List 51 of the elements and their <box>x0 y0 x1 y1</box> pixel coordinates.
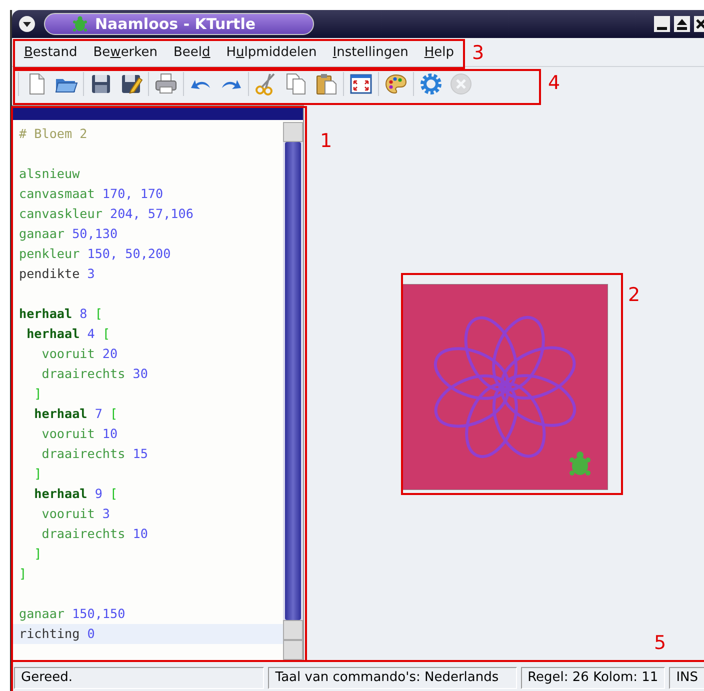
menu-item[interactable]: Beeld <box>165 44 218 60</box>
code-line: alsnieuw <box>18 165 81 183</box>
code-line: herhaal 4 [ <box>26 325 112 343</box>
palette-icon[interactable] <box>384 72 408 96</box>
code-line: # Bloem 2 <box>18 125 88 143</box>
menu-item[interactable]: Bestand <box>16 44 86 60</box>
maximize-icon[interactable] <box>674 16 690 32</box>
annotation-number: 5 <box>654 632 666 654</box>
code-line: ] <box>18 565 28 583</box>
annotation-number: 1 <box>320 130 332 152</box>
code-line: ] <box>33 385 43 403</box>
floppy-pencil-icon[interactable] <box>119 72 143 96</box>
annotation-number: 3 <box>472 42 484 64</box>
code-line: canvasmaat 170, 170 <box>18 185 164 203</box>
minimize-icon[interactable] <box>654 16 670 32</box>
code-line: herhaal 8 [ <box>18 305 104 323</box>
annotation-number: 2 <box>628 284 640 306</box>
code-line: ] <box>33 465 43 483</box>
code-line: ] <box>33 545 43 563</box>
menu-item[interactable]: Help <box>416 44 462 60</box>
code-line: vooruit 10 <box>40 425 119 443</box>
gear-icon[interactable] <box>419 72 443 96</box>
insert-mode-status: INS <box>669 667 704 689</box>
clipboard-icon[interactable] <box>314 72 338 96</box>
annotation-number: 4 <box>548 72 560 94</box>
menu-item[interactable]: Bewerken <box>85 44 166 60</box>
code-line: pendikte 3 <box>18 265 96 283</box>
code-line: vooruit 3 <box>40 505 112 523</box>
cursor-position-status: Regel: 26 Kolom: 11 <box>520 667 666 689</box>
code-line: penkleur 150, 50,200 <box>18 245 172 263</box>
turtle-icon <box>73 16 87 32</box>
code-line: draairechts 15 <box>40 445 149 463</box>
fullscreen-icon[interactable] <box>349 72 373 96</box>
menu-item[interactable]: Hulpmiddelen <box>218 44 325 60</box>
scrollbar[interactable] <box>283 122 303 660</box>
code-line: herhaal 7 [ <box>33 405 119 423</box>
window-title: Naamloos - KTurtle <box>95 15 256 33</box>
command-language-status: Taal van commando's: Nederlands <box>268 667 517 689</box>
menu-item[interactable]: Instellingen <box>324 44 416 60</box>
code-line: ganaar 50,130 <box>18 225 119 243</box>
code-line: vooruit 20 <box>40 345 119 363</box>
window-menu-icon[interactable] <box>18 15 36 33</box>
printer-icon[interactable] <box>154 72 178 96</box>
status-message: Gereed. <box>14 667 264 689</box>
code-line: canvaskleur 204, 57,106 <box>18 205 194 223</box>
close-icon[interactable] <box>694 16 704 32</box>
code-line: ganaar 150,150 <box>18 605 126 623</box>
code-line: draairechts 30 <box>40 365 149 383</box>
code-line: herhaal 9 [ <box>33 485 119 503</box>
code-line: draairechts 10 <box>40 525 149 543</box>
copy-pages-icon[interactable] <box>284 72 308 96</box>
